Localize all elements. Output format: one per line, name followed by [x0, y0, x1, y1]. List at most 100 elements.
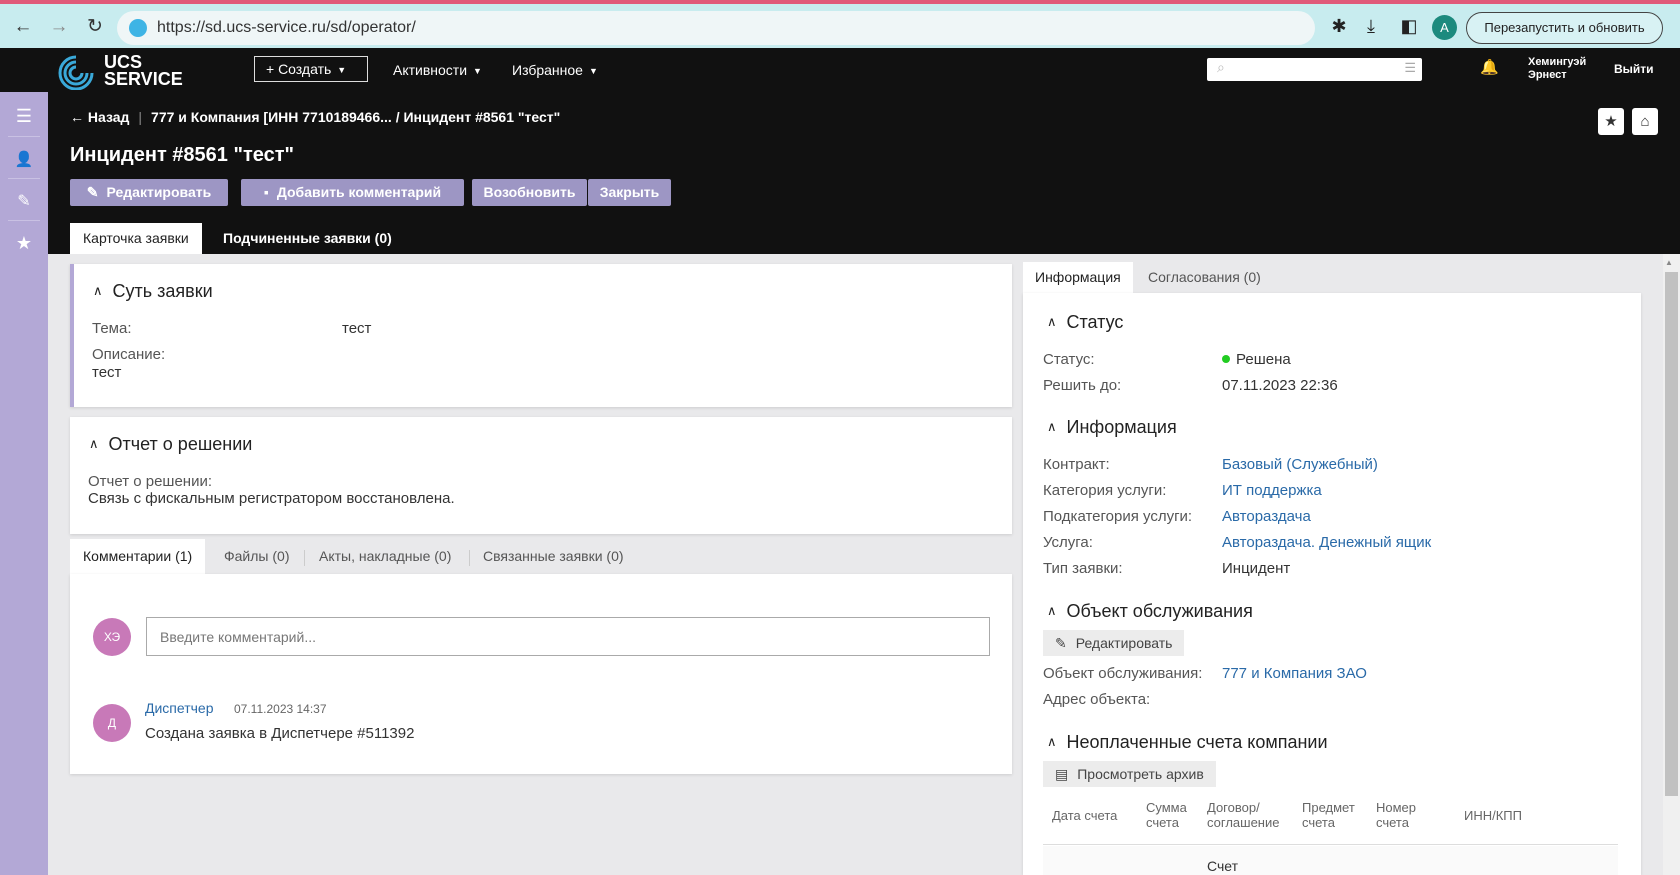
tab-approvals[interactable]: Согласования (0) — [1136, 262, 1273, 293]
caret-down-icon: ▼ — [588, 66, 598, 76]
info-section-title[interactable]: ∧ Информация — [1047, 417, 1177, 438]
comment-author-avatar: Д — [93, 704, 131, 742]
comments-card — [70, 574, 1012, 774]
users-icon[interactable]: 👤 — [0, 150, 48, 168]
my-avatar: ХЭ — [93, 618, 131, 656]
search-filter-icon[interactable]: ☰ — [1404, 60, 1416, 76]
object-section-title[interactable]: ∧ Объект обслуживания — [1047, 601, 1253, 622]
logo-text: UCS SERVICE — [104, 52, 183, 89]
scrollbar-thumb[interactable] — [1665, 272, 1678, 796]
favorites-menu[interactable]: Избранное ▼ — [512, 62, 598, 78]
breadcrumb-incident: / Инцидент #8561 "тест" — [395, 109, 561, 125]
comment-input[interactable] — [146, 617, 990, 656]
resume-button[interactable]: Возобновить — [472, 179, 587, 206]
tab-comments[interactable]: Комментарии (1) — [70, 539, 206, 574]
activities-menu[interactable]: Активности ▼ — [393, 62, 482, 78]
back-link[interactable]: ← Назад — [70, 109, 129, 125]
table-row[interactable] — [1043, 846, 1618, 875]
bell-icon[interactable]: 🔔 — [1480, 58, 1499, 76]
category-label: Категория услуги: — [1043, 482, 1167, 499]
caret-down-icon: ▼ — [473, 66, 482, 76]
ucs-logo-icon — [58, 52, 98, 90]
pencil-icon: ✎ — [1055, 635, 1067, 651]
tab-card[interactable]: Карточка заявки — [70, 223, 202, 254]
sidebar-divider — [8, 178, 40, 179]
tab-linked[interactable]: Связанные заявки (0) — [470, 539, 637, 574]
comment-icon: ▪ — [263, 184, 269, 200]
star-icon[interactable]: ★ — [0, 233, 48, 254]
caret-down-icon: ▼ — [337, 65, 347, 75]
home-button[interactable]: ⌂ — [1632, 108, 1658, 135]
page-header: ← Назад | 777 и Компания [ИНН 7710189466..… — [48, 92, 1680, 254]
contract-label: Контракт: — [1043, 456, 1110, 473]
invoices-section-title[interactable]: ∧ Неоплаченные счета компании — [1047, 732, 1328, 753]
category-link[interactable]: ИТ поддержка — [1222, 482, 1322, 499]
comment-text: Создана заявка в Диспетчере #511392 — [145, 725, 415, 742]
tab-info[interactable]: Информация — [1023, 262, 1133, 293]
archive-icon: ▤ — [1055, 766, 1069, 782]
favorite-star-button[interactable]: ★ — [1598, 108, 1624, 135]
invoice-row-partial: Счет — [1207, 858, 1238, 874]
chevron-up-icon: ∧ — [1047, 734, 1057, 749]
profile-avatar[interactable]: A — [1432, 15, 1457, 40]
object-edit-button[interactable]: ✎ Редактировать — [1043, 630, 1185, 656]
status-dot-icon — [1222, 355, 1230, 363]
side-panel-icon[interactable]: ◧ — [1398, 16, 1420, 37]
view-archive-button[interactable]: ▤ Просмотреть архив — [1043, 761, 1216, 787]
global-search-input[interactable]: ⌕ ☰ — [1207, 58, 1422, 81]
sidebar-divider — [8, 136, 40, 137]
report-section-title[interactable]: ∧ Отчет о решении — [89, 434, 252, 455]
breadcrumb-company-link[interactable]: 777 и Компания [ИНН 7710189466... — [151, 109, 392, 125]
forward-arrow-icon[interactable]: → — [46, 14, 72, 40]
menu-icon[interactable]: ☰ — [0, 106, 48, 127]
site-favicon-icon — [129, 19, 147, 37]
status-label: Статус: — [1043, 351, 1095, 368]
extensions-icon[interactable]: ✱ — [1328, 16, 1350, 37]
type-value: Инцидент — [1222, 560, 1291, 577]
status-value: Решена — [1222, 351, 1291, 368]
chevron-up-icon: ∧ — [1047, 419, 1057, 434]
search-icon: ⌕ — [1217, 59, 1225, 75]
address-label: Адрес объекта: — [1043, 691, 1151, 708]
chevron-up-icon: ∧ — [93, 283, 103, 298]
sidebar-divider — [8, 220, 40, 221]
status-section-title[interactable]: ∧ Статус — [1047, 312, 1123, 333]
scroll-up-icon[interactable]: ▲ — [1665, 258, 1673, 267]
tab-divider — [304, 550, 305, 566]
tab-files[interactable]: Файлы (0) — [211, 539, 302, 574]
logout-link[interactable]: Выйти — [1614, 62, 1654, 76]
essence-section-title[interactable]: ∧ Суть заявки — [93, 281, 213, 302]
edit-button[interactable]: ✎ Редактировать — [70, 179, 228, 206]
due-label: Решить до: — [1043, 377, 1122, 394]
subcategory-link[interactable]: Авторaздача — [1222, 508, 1311, 525]
restart-update-button[interactable]: Перезапустить и обновить — [1466, 12, 1663, 44]
reload-icon[interactable]: ↻ — [82, 14, 108, 40]
tab-children[interactable]: Подчиненные заявки (0) — [210, 223, 405, 254]
comment-timestamp: 07.11.2023 14:37 — [234, 702, 327, 716]
address-bar[interactable]: https://sd.ucs-service.ru/sd/operator/ — [117, 11, 1315, 45]
report-value: Связь с фискальным регистратором восстан… — [88, 490, 455, 507]
create-button[interactable]: + Создать ▼ — [254, 56, 368, 82]
col-sum: Сумма счета — [1146, 800, 1187, 830]
object-link[interactable]: 777 и Компания ЗАО — [1222, 665, 1367, 682]
back-arrow-icon[interactable]: ← — [10, 14, 36, 40]
add-comment-button[interactable]: ▪ Добавить комментарий — [241, 179, 464, 206]
table-divider — [1043, 844, 1618, 845]
subject-value: тест — [342, 320, 372, 337]
comment-author-link[interactable]: Диспетчер — [145, 700, 213, 716]
user-name[interactable]: Хемингуэй Эрнест — [1528, 56, 1586, 82]
pencil-icon: ✎ — [86, 184, 99, 200]
col-date: Дата счета — [1052, 808, 1118, 823]
edit-list-icon[interactable]: ✎ — [0, 191, 48, 211]
subject-label: Тема: — [92, 320, 132, 337]
contract-link[interactable]: Базовый (Служебный) — [1222, 456, 1378, 473]
object-label: Объект обслуживания: — [1043, 665, 1203, 682]
download-icon[interactable]: ⤓ — [1360, 16, 1382, 37]
app-topbar: UCS SERVICE + Создать ▼ Активности ▼ Избра… — [0, 48, 1680, 92]
tab-acts[interactable]: Акты, накладные (0) — [306, 539, 464, 574]
close-button[interactable]: Закрыть — [588, 179, 671, 206]
service-link[interactable]: Авторaздача. Денежный ящик — [1222, 534, 1431, 551]
service-label: Услуга: — [1043, 534, 1093, 551]
type-label: Тип заявки: — [1043, 560, 1123, 577]
report-label: Отчет о решении: — [88, 473, 213, 490]
